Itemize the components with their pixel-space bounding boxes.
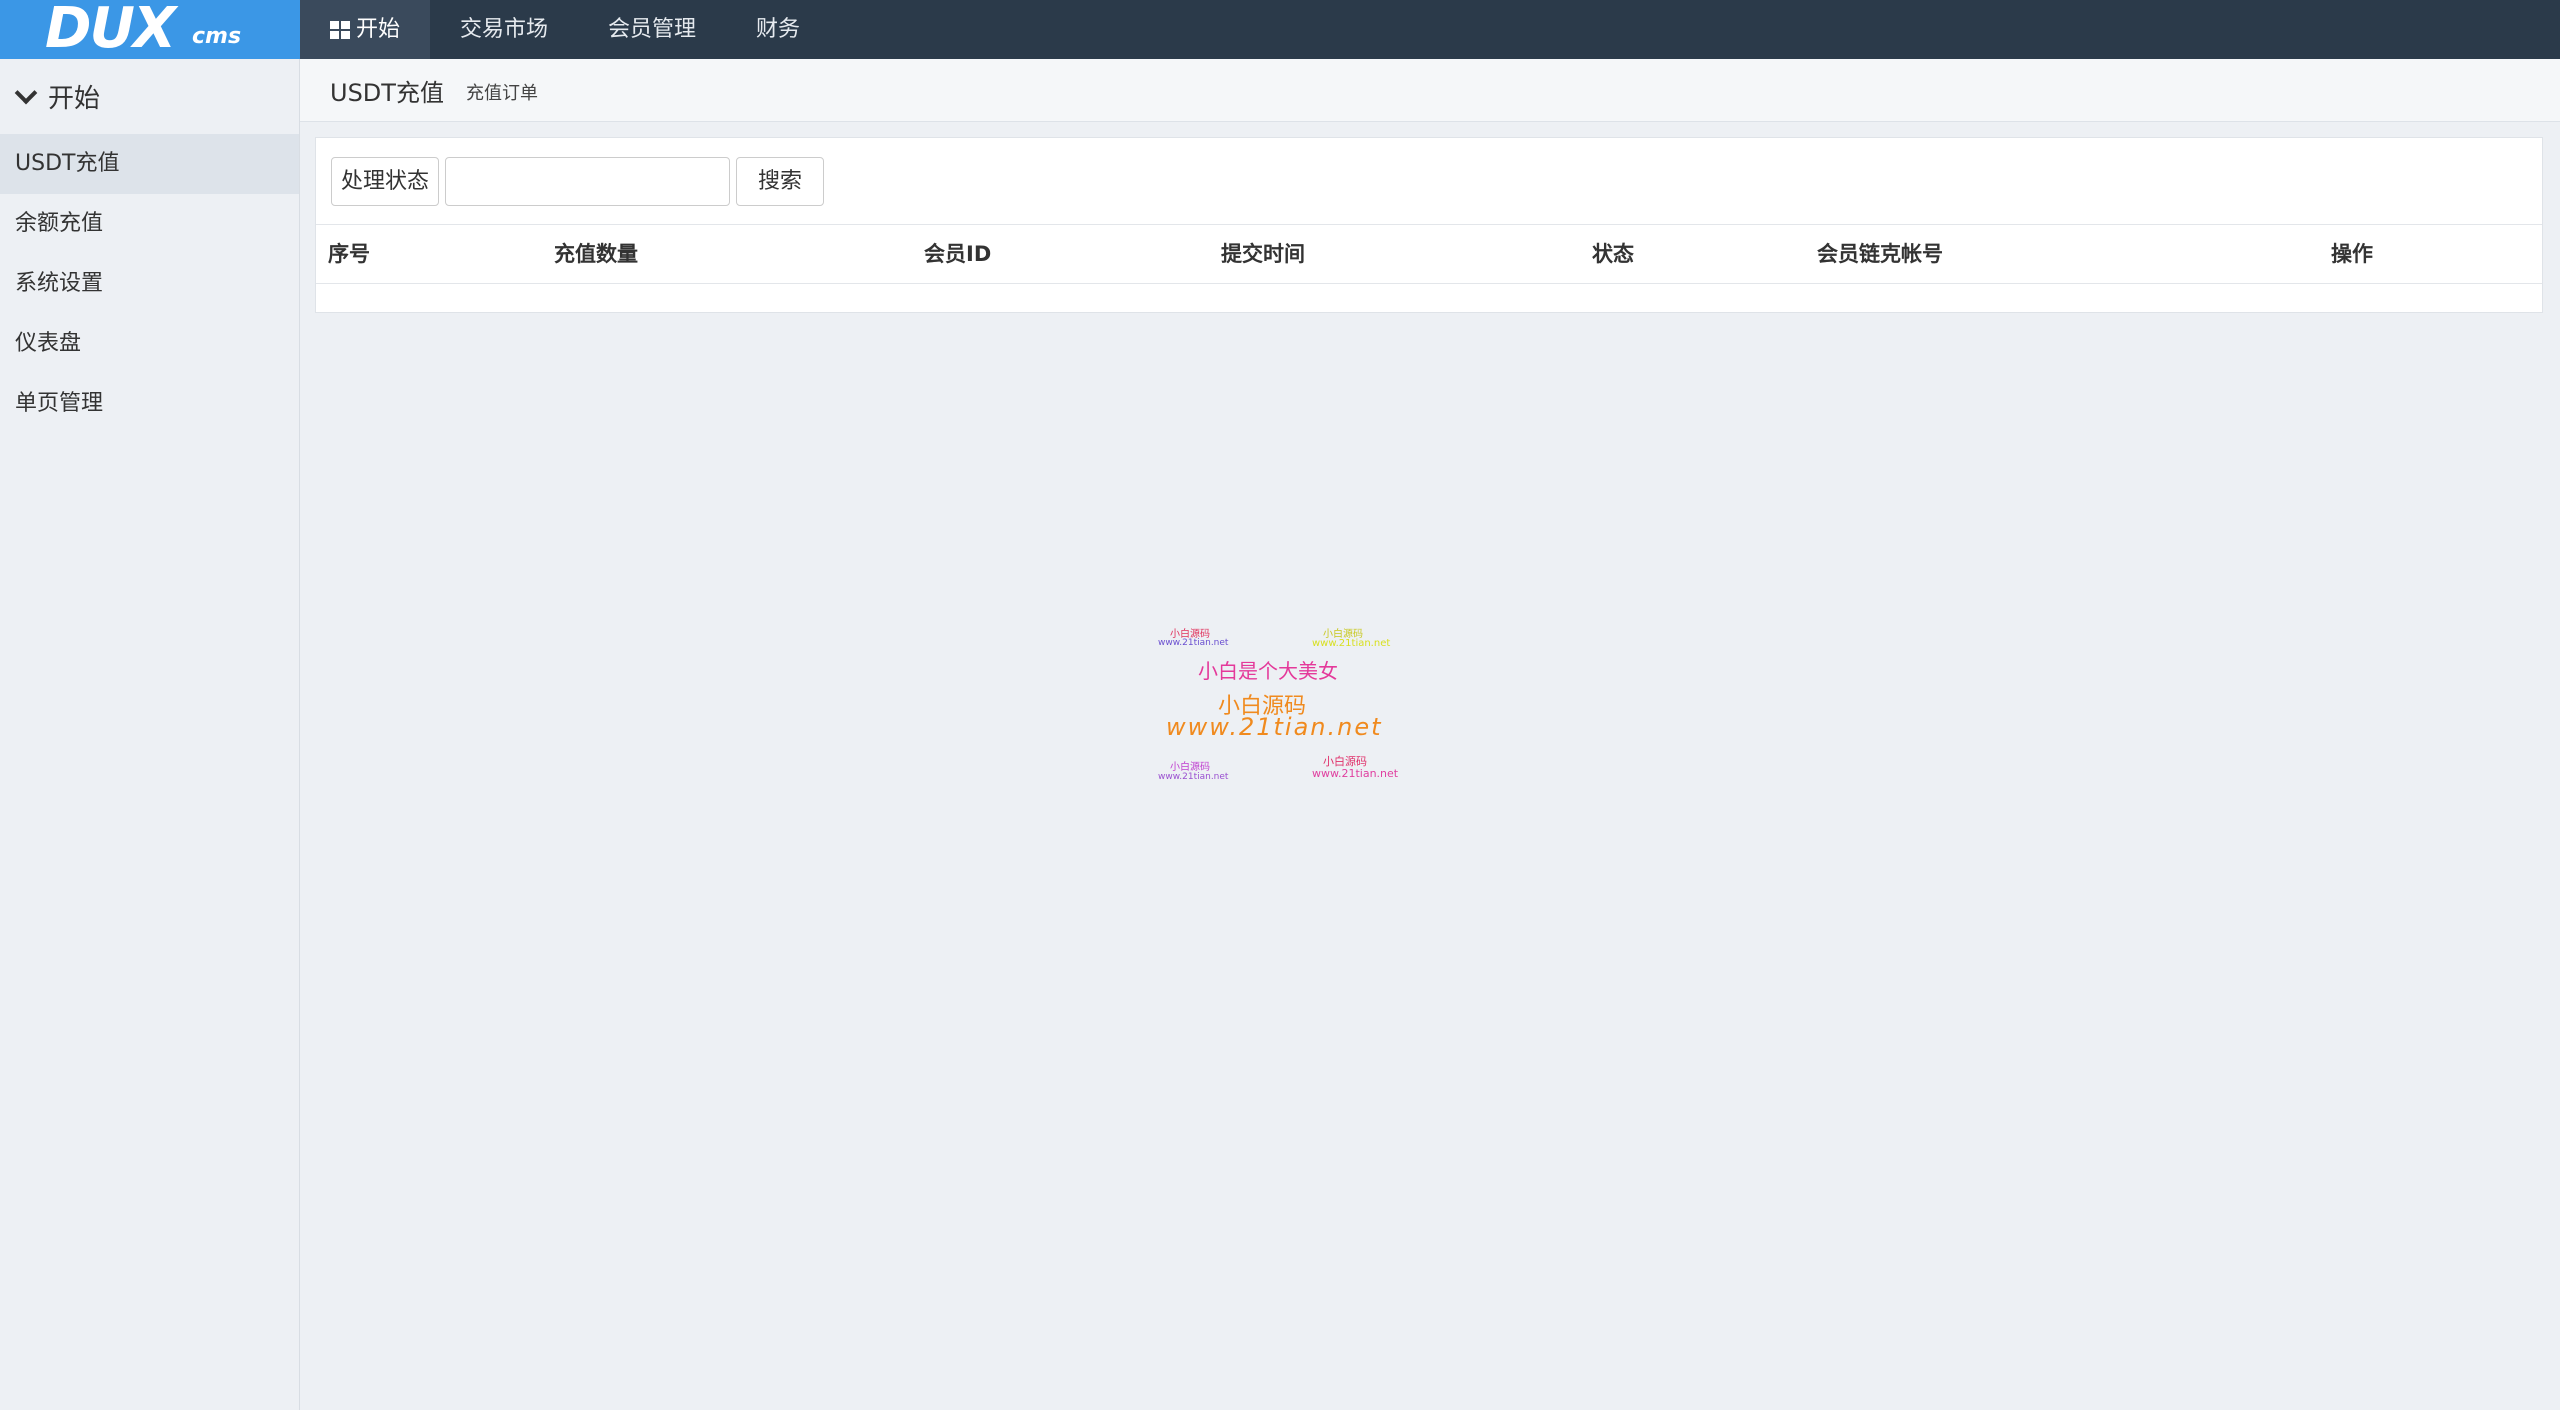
sidebar-item-balance-recharge[interactable]: 余额充值: [0, 194, 299, 254]
chevron-down-icon: [14, 81, 38, 104]
logo[interactable]: DUX cms: [0, 0, 300, 61]
column-header-submit-time[interactable]: 提交时间: [1221, 225, 1305, 283]
column-header-member-id[interactable]: 会员ID: [924, 225, 991, 283]
sidebar-item-dashboard[interactable]: 仪表盘: [0, 314, 299, 374]
logo-text: DUX: [45, 0, 176, 61]
breadcrumb: USDT充值 充值订单: [300, 59, 2560, 122]
sidebar-group-label: 开始: [48, 84, 101, 114]
main-content: USDT充值 充值订单 处理状态 搜索 序号 充值数量 会员ID 提交时间 状态…: [300, 59, 2560, 1410]
watermark-text: www.21tian.net: [1158, 638, 1229, 648]
column-header-index[interactable]: 序号: [328, 225, 370, 283]
sidebar-item-system-settings[interactable]: 系统设置: [0, 254, 299, 314]
column-header-chain-account[interactable]: 会员链克帐号: [1817, 225, 1943, 283]
topnav-label: 交易市场: [460, 16, 549, 42]
topnav-label: 会员管理: [608, 16, 697, 42]
search-button[interactable]: 搜索: [736, 156, 825, 206]
search-input[interactable]: [445, 156, 731, 206]
topnav-label: 开始: [356, 16, 401, 42]
page-subtitle: 充值订单: [465, 83, 538, 104]
sidebar-item-usdt-recharge[interactable]: USDT充值: [0, 134, 299, 194]
topnav-label: 财务: [756, 16, 801, 42]
watermark-text: 小白是个大美女: [1198, 659, 1338, 683]
sidebar: 开始 USDT充值 余额充值 系统设置 仪表盘 单页管理: [0, 59, 300, 1410]
logo-subtext: cms: [192, 24, 242, 49]
topnav-item-market[interactable]: 交易市场: [430, 0, 578, 59]
watermark-text: www.21tian.net: [1166, 713, 1383, 741]
column-header-amount[interactable]: 充值数量: [554, 225, 638, 283]
topnav-item-finance[interactable]: 财务: [726, 0, 830, 59]
top-nav: 开始 交易市场 会员管理 财务: [300, 0, 830, 59]
sidebar-group-toggle[interactable]: 开始: [0, 59, 299, 134]
table-header: 序号 充值数量 会员ID 提交时间 状态 会员链克帐号 操作: [316, 225, 2542, 284]
column-header-status[interactable]: 状态: [1592, 225, 1634, 283]
watermark-text: www.21tian.net: [1312, 767, 1399, 780]
orders-panel: 处理状态 搜索 序号 充值数量 会员ID 提交时间 状态 会员链克帐号 操作: [315, 137, 2543, 313]
windows-icon: [330, 20, 350, 39]
page-title: USDT充值: [330, 78, 444, 107]
watermark-text: www.21tian.net: [1158, 772, 1229, 782]
filter-toolbar: 处理状态 搜索: [316, 138, 2542, 225]
top-navbar: DUX cms 开始 交易市场 会员管理 财务: [0, 0, 2560, 61]
column-header-actions[interactable]: 操作: [2331, 225, 2373, 283]
status-filter-button[interactable]: 处理状态: [331, 156, 440, 206]
sidebar-item-page-management[interactable]: 单页管理: [0, 374, 299, 434]
topnav-item-start[interactable]: 开始: [300, 0, 431, 59]
watermark-text: www.21tian.net: [1312, 638, 1391, 649]
topnav-item-members[interactable]: 会员管理: [578, 0, 726, 59]
table-body: [316, 284, 2542, 314]
watermark-text: 小白源码: [1170, 762, 1210, 773]
